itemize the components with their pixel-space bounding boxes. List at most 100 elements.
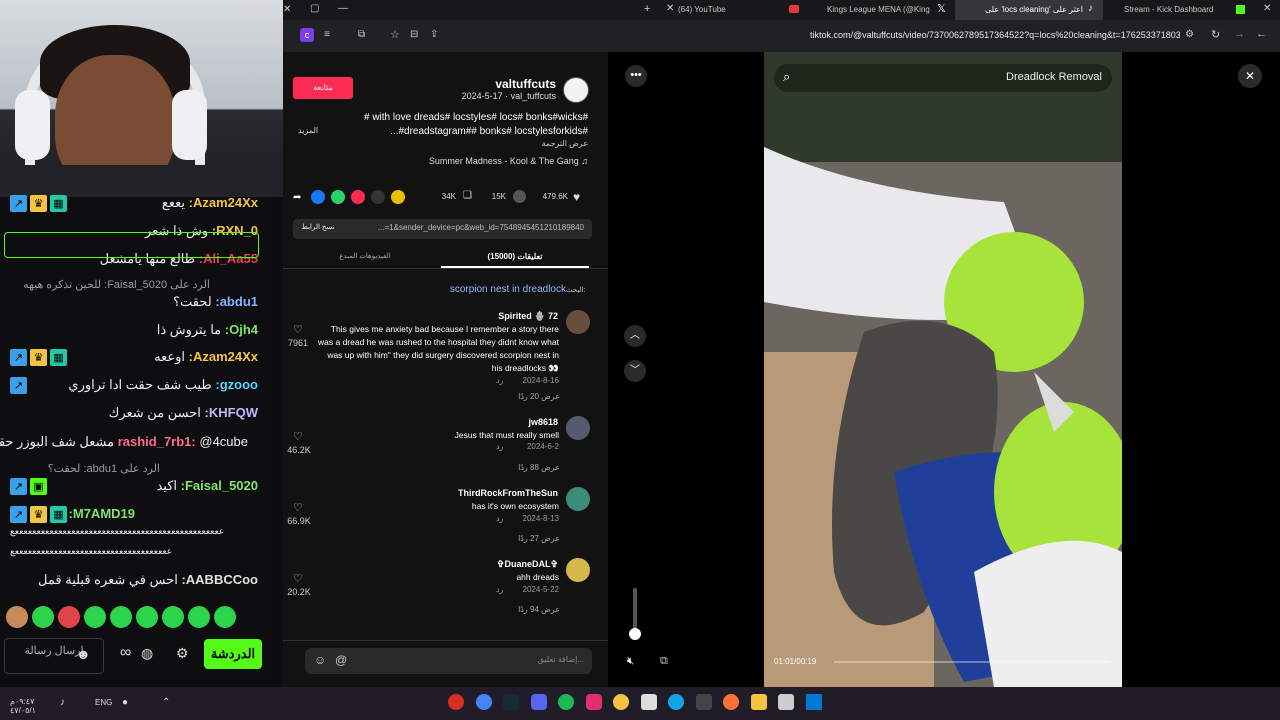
- whatsapp-icon[interactable]: [331, 190, 345, 204]
- taskbar-time[interactable]: ٠٩:٤٧م: [10, 697, 34, 706]
- url-field[interactable]: tiktok.com/@valtuffcuts/video/7370062789…: [810, 30, 1180, 40]
- follow-button[interactable]: متابعة: [293, 77, 353, 99]
- snapchat-icon[interactable]: [391, 190, 405, 204]
- extension-icon[interactable]: c: [300, 28, 314, 42]
- forward-icon[interactable]: →: [1234, 28, 1245, 40]
- chat-username[interactable]: AABBCCoo:: [181, 572, 258, 587]
- comment-username[interactable]: Spirited 🪬 72: [440, 311, 558, 322]
- close-icon[interactable]: ✕: [1238, 64, 1262, 88]
- emote-icon[interactable]: [32, 606, 54, 628]
- chevron-down-icon[interactable]: ﹀: [624, 360, 646, 382]
- miniplayer-icon[interactable]: ⧉: [660, 655, 668, 668]
- close-icon[interactable]: ✕: [666, 3, 674, 14]
- app-icon[interactable]: [696, 694, 712, 710]
- emoji-icon[interactable]: ☺: [314, 653, 326, 667]
- emoji-icon[interactable]: ☻: [76, 646, 91, 662]
- comment-icon[interactable]: [513, 190, 526, 203]
- gear-icon[interactable]: ⚙: [176, 645, 189, 662]
- comment-heart-icon[interactable]: ♡: [293, 430, 303, 443]
- copy-link-button[interactable]: نسخ الرابط: [296, 223, 340, 231]
- reply-link[interactable]: رد: [496, 442, 503, 451]
- translate-link[interactable]: عرض الترجمة: [480, 139, 588, 148]
- folder-icon[interactable]: [751, 694, 767, 710]
- video-search-text[interactable]: Dreadlock Removal: [940, 71, 1102, 83]
- reply-link[interactable]: رد: [496, 585, 503, 594]
- back-icon[interactable]: ←: [1256, 28, 1267, 40]
- heart-icon[interactable]: ♥: [573, 190, 580, 204]
- volume-handle[interactable]: [629, 628, 641, 640]
- tab-tiktok-search[interactable]: اعثر على 'locs cleaning' على: [975, 0, 1083, 20]
- share-icon[interactable]: ➦: [293, 192, 301, 203]
- facebook-icon[interactable]: [311, 190, 325, 204]
- more-link[interactable]: المزيد: [298, 126, 318, 135]
- comment-username[interactable]: ✞DuaneDAL✞: [440, 559, 558, 570]
- instagram-icon[interactable]: [586, 694, 602, 710]
- tab-comments[interactable]: (15000) تعليقات: [441, 252, 589, 261]
- share-page-icon[interactable]: ⇪: [430, 29, 438, 40]
- chat-username[interactable]: gzooo:: [215, 377, 258, 392]
- screenshot-icon[interactable]: ⧉: [358, 29, 365, 40]
- refresh-icon[interactable]: ↻: [1211, 28, 1220, 41]
- infinity-icon[interactable]: ∞: [120, 644, 131, 662]
- comment-heart-icon[interactable]: ♡: [293, 323, 303, 336]
- chat-username[interactable]: rashid_7rb1:: [118, 434, 196, 449]
- chevron-up-icon[interactable]: ︿: [624, 325, 646, 347]
- app-icon[interactable]: [778, 694, 794, 710]
- mic-icon[interactable]: ●: [122, 697, 128, 708]
- tab-close-icon[interactable]: ✕: [1263, 3, 1271, 14]
- emote-icon[interactable]: [188, 606, 210, 628]
- emote-icon[interactable]: [84, 606, 106, 628]
- reply-link[interactable]: رد: [496, 376, 503, 385]
- app-icon[interactable]: [641, 694, 657, 710]
- language-indicator[interactable]: ENG: [95, 698, 112, 707]
- chevron-up-icon[interactable]: ⌃: [162, 697, 170, 708]
- discord-icon[interactable]: [531, 694, 547, 710]
- minimize-icon[interactable]: —: [338, 3, 348, 14]
- taskbar-date[interactable]: ٤٧/٠٥/١: [10, 706, 36, 715]
- comment-username[interactable]: jw8618: [440, 417, 558, 427]
- edge-icon[interactable]: [668, 694, 684, 710]
- tab-creator-videos[interactable]: الفيديوهات المبدع: [300, 252, 430, 260]
- square-icon[interactable]: ▢: [310, 3, 319, 14]
- music-title[interactable]: Summer Madness - Kool & The Gang ♫: [400, 156, 588, 166]
- tab-kings-league[interactable]: Kings League MENA (@KingsL...: [827, 0, 930, 20]
- avatar[interactable]: [566, 558, 590, 582]
- app-icon[interactable]: [448, 694, 464, 710]
- chat-username[interactable]: Azam24Xx:: [189, 349, 258, 364]
- more-options-icon[interactable]: •••: [625, 65, 647, 87]
- comment-heart-icon[interactable]: ♡: [293, 501, 303, 514]
- chat-username[interactable]: KHFQW:: [205, 405, 258, 420]
- new-tab-icon[interactable]: +: [644, 3, 650, 15]
- comment-heart-icon[interactable]: ♡: [293, 572, 303, 585]
- related-search-link[interactable]: scorpion nest in dreadlock: [420, 284, 566, 295]
- speaker-icon[interactable]: ♪: [60, 697, 65, 708]
- emote-icon[interactable]: [6, 606, 28, 628]
- pinterest-icon[interactable]: [351, 190, 365, 204]
- emote-icon[interactable]: [110, 606, 132, 628]
- steam-icon[interactable]: [503, 694, 519, 710]
- view-replies-link[interactable]: عرض 27 ردًا: [505, 534, 560, 543]
- video-progress-bar[interactable]: [834, 661, 1110, 663]
- view-replies-link[interactable]: عرض 20 ردًا: [505, 392, 560, 401]
- mute-icon[interactable]: 🔇︎: [627, 655, 634, 668]
- firefox-icon[interactable]: [723, 694, 739, 710]
- emote-icon[interactable]: [136, 606, 158, 628]
- chat-username[interactable]: Faisal_5020:: [181, 478, 258, 493]
- emote-icon[interactable]: [214, 606, 236, 628]
- view-replies-link[interactable]: عرض 88 ردًا: [505, 463, 560, 472]
- chat-username[interactable]: Ojh4:: [225, 322, 258, 337]
- app-icon[interactable]: [613, 694, 629, 710]
- reader-icon[interactable]: ≡: [324, 29, 330, 40]
- settings-icon[interactable]: ⚙: [1185, 29, 1194, 40]
- emote-icon[interactable]: [58, 606, 80, 628]
- view-replies-link[interactable]: عرض 94 ردًا: [505, 605, 560, 614]
- bookmark-icon[interactable]: ❏: [463, 190, 472, 201]
- chat-username[interactable]: M7AMD19:: [69, 506, 135, 521]
- video-frame[interactable]: [764, 52, 1122, 687]
- author-avatar[interactable]: [563, 77, 589, 103]
- chat-username[interactable]: Azam24Xx:: [189, 195, 258, 210]
- collections-icon[interactable]: ⊟: [410, 29, 418, 40]
- embed-icon[interactable]: [371, 190, 385, 204]
- reply-link[interactable]: رد: [496, 514, 503, 523]
- chat-send-button[interactable]: الدردشة: [204, 639, 262, 669]
